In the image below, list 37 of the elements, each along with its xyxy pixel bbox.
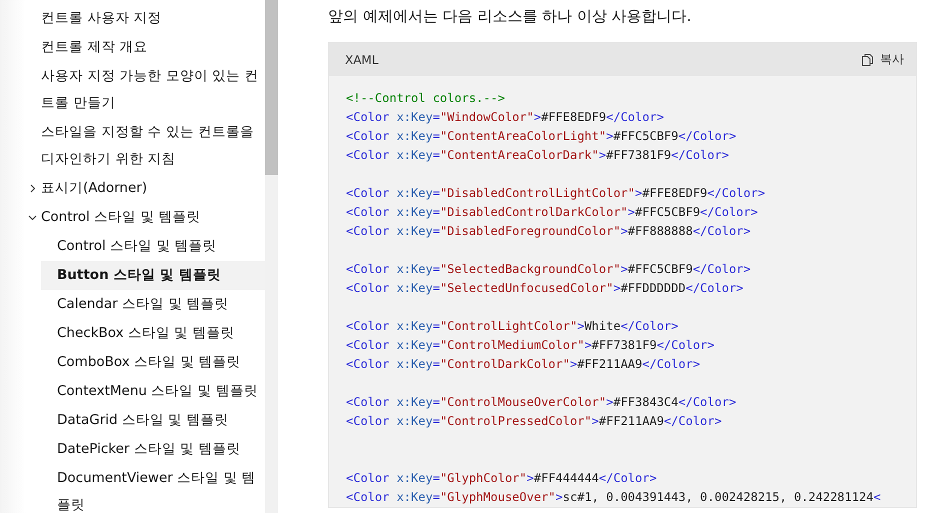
code-line: <Color x:Key="ControlLightColor">White</Color>: [346, 318, 680, 335]
code-line: <Color x:Key="WindowColor">#FFE8EDF9</Color>: [346, 109, 665, 126]
code-line: <Color x:Key="ControlPressedColor">#FF211AA9</Color>: [346, 413, 723, 430]
code-line: <Color x:Key="DisabledForegroundColor">#FF888888</Color>: [346, 223, 752, 240]
code-line: <Color x:Key="DisabledControlLightColor">#FFE8EDF9</Color>: [346, 185, 766, 202]
code-line: <Color x:Key="ControlMouseOverColor">#FF3843C4</Color>: [346, 394, 738, 411]
copy-icon: [861, 52, 874, 66]
nav-item[interactable]: 컨트롤 제작 개요: [0, 33, 265, 62]
nav-item[interactable]: ComboBox 스타일 및 템플릿: [0, 348, 265, 377]
code-language: XAML: [345, 52, 378, 66]
code-line: <Color x:Key="GlyphMouseOver">sc#1, 0.004391443, 0.002428215, 0.242281124<: [346, 489, 882, 506]
nav-item[interactable]: 컨트롤 사용자 지정: [0, 4, 265, 33]
intro-text: 앞의 예제에서는 다음 리소스를 하나 이상 사용합니다.: [328, 6, 692, 27]
nav-item[interactable]: 사용자 지정 가능한 모양이 있는 컨트롤 만들기: [0, 62, 265, 118]
nav-item[interactable]: 스타일을 지정할 수 있는 컨트롤을 디자인하기 위한 지침: [0, 118, 265, 174]
scrollbar[interactable]: [265, 0, 278, 513]
nav-item[interactable]: 표시기(Adorner): [0, 174, 265, 203]
code-line: <Color x:Key="ContentAreaColorDark">#FF7381F9</Color>: [346, 147, 730, 164]
code-line: <Color x:Key="GlyphColor">#FF444444</Color>: [346, 470, 658, 487]
nav-item[interactable]: Control 스타일 및 템플릿: [0, 232, 265, 261]
code-line: <Color x:Key="ControlDarkColor">#FF211AA9</Color>: [346, 356, 702, 373]
nav-item[interactable]: DatePicker 스타일 및 템플릿: [0, 435, 265, 464]
nav-item[interactable]: ContextMenu 스타일 및 템플릿: [0, 377, 265, 406]
code-line: <Color x:Key="ControlMediumColor">#FF7381F9</Color>: [346, 337, 716, 354]
code-line: <Color x:Key="SelectedUnfocusedColor">#FFDDDDDD</Color>: [346, 280, 744, 297]
code-line: <Color x:Key="ContentAreaColorLight">#FFC5CBF9</Color>: [346, 128, 738, 145]
copy-button[interactable]: 복사: [859, 49, 906, 70]
nav-item[interactable]: CheckBox 스타일 및 템플릿: [0, 319, 265, 348]
code-line: <!--Control colors.-->: [346, 90, 506, 107]
code-line: <Color x:Key="DisabledControlDarkColor">#FFC5CBF9</Color>: [346, 204, 759, 221]
nav-item[interactable]: DataGrid 스타일 및 템플릿: [0, 406, 265, 435]
code-line: <Color x:Key="SelectedBackgroundColor">#FFC5CBF9</Color>: [346, 261, 752, 278]
scrollbar-thumb[interactable]: [265, 0, 278, 175]
nav-item[interactable]: Calendar 스타일 및 템플릿: [0, 290, 265, 319]
nav-item[interactable]: Button 스타일 및 템플릿: [41, 261, 265, 290]
nav-item[interactable]: DocumentViewer 스타일 및 템플릿: [0, 464, 265, 513]
nav-item[interactable]: Control 스타일 및 템플릿: [0, 203, 265, 232]
